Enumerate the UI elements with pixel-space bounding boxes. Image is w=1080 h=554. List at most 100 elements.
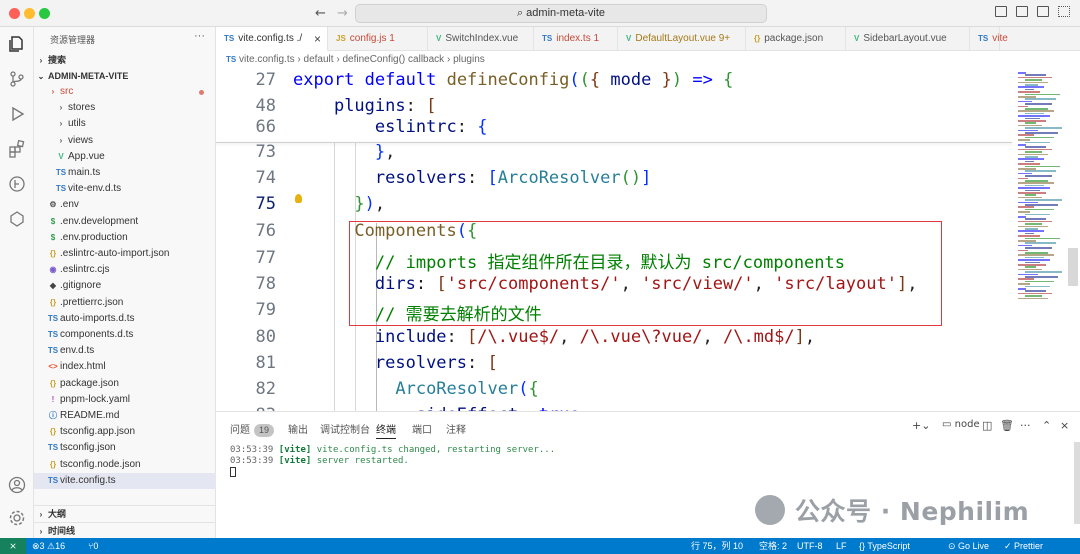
- file-tree-item[interactable]: $ .env.development: [34, 214, 216, 230]
- manage-gear-icon[interactable]: [7, 508, 27, 528]
- toggle-panel-icon[interactable]: [1016, 6, 1028, 17]
- file-tree-item[interactable]: › views: [34, 133, 216, 149]
- code-line[interactable]: resolvers: [: [293, 353, 498, 373]
- editor-tab[interactable]: JS config.js 1: [328, 27, 428, 51]
- prettier-status[interactable]: ✓ Prettier: [1004, 538, 1043, 554]
- file-tree-item[interactable]: $ .env.production: [34, 230, 216, 246]
- code-line[interactable]: resolvers: [ArcoResolver()]: [293, 168, 651, 188]
- problems-count[interactable]: ⊗3 ⚠16: [32, 538, 65, 554]
- back-arrow-icon[interactable]: ←: [315, 6, 326, 21]
- terminal-shell-label[interactable]: ▭ node: [942, 419, 980, 430]
- breadcrumb-file[interactable]: vite.config.ts: [239, 54, 295, 65]
- remote-indicator[interactable]: ⨯: [0, 538, 26, 554]
- code-line[interactable]: export default defineConfig(({ mode }) =…: [293, 70, 733, 90]
- file-tree-item[interactable]: TS tsconfig.json: [34, 440, 216, 456]
- code-line[interactable]: plugins: [: [293, 96, 436, 116]
- file-tree-item[interactable]: › utils: [34, 116, 216, 132]
- file-tree-item[interactable]: {} tsconfig.app.json: [34, 424, 216, 440]
- file-tree-item[interactable]: {} package.json: [34, 376, 216, 392]
- file-type-icon: {}: [49, 427, 57, 437]
- customize-layout-icon[interactable]: [1058, 6, 1070, 17]
- minimize-window-button[interactable]: [24, 8, 35, 19]
- timeline-section[interactable]: › 时间线: [34, 522, 216, 538]
- close-panel-icon[interactable]: ×: [1060, 419, 1069, 432]
- split-terminal-icon[interactable]: ◫: [982, 419, 992, 432]
- panel-tab[interactable]: 端口: [412, 421, 432, 436]
- indentation[interactable]: 空格: 2: [759, 538, 787, 554]
- panel-tab[interactable]: 调试控制台: [320, 421, 370, 436]
- code-line[interactable]: eslintrc: {: [293, 117, 488, 137]
- code-line[interactable]: ArcoResolver({: [293, 379, 538, 399]
- file-tree-item[interactable]: ◆ .gitignore: [34, 278, 216, 294]
- encoding[interactable]: UTF-8: [797, 538, 823, 554]
- ports-count[interactable]: ⑂0: [88, 538, 98, 554]
- kill-terminal-icon[interactable]: 🗑: [1000, 419, 1014, 432]
- extensions-icon[interactable]: [7, 139, 27, 159]
- panel-scrollbar[interactable]: [1074, 442, 1080, 524]
- file-tree-item[interactable]: TS auto-imports.d.ts: [34, 311, 216, 327]
- file-tree-item[interactable]: <> index.html: [34, 359, 216, 375]
- account-icon[interactable]: [7, 475, 27, 495]
- minimap-slider[interactable]: [1068, 248, 1078, 286]
- search-section[interactable]: › 搜索: [34, 52, 216, 68]
- more-panel-actions-icon[interactable]: ···: [1020, 419, 1031, 432]
- file-tree-item[interactable]: {} .prettierrc.json: [34, 295, 216, 311]
- command-center-search[interactable]: ⌕ admin-meta-vite: [355, 4, 767, 23]
- file-tree-item[interactable]: ◉ .eslintrc.cjs: [34, 262, 216, 278]
- toggle-secondary-sidebar-icon[interactable]: [1037, 6, 1049, 17]
- terminal-output[interactable]: 03:53:39 [vite] vite.config.ts changed, …: [230, 445, 555, 467]
- editor-tab[interactable]: TS vite: [970, 27, 1008, 51]
- file-tree-item[interactable]: TS vite-env.d.ts: [34, 181, 216, 197]
- code-line[interactable]: include: [/\.vue$/, /\.vue\?vue/, /\.md$…: [293, 327, 815, 347]
- project-root[interactable]: ⌄ ADMIN-META-VITE: [34, 68, 216, 84]
- gitlens-icon[interactable]: [7, 174, 27, 194]
- editor-tab[interactable]: TS index.ts 1: [534, 27, 618, 51]
- cursor-position[interactable]: 行 75，列 10: [691, 538, 743, 554]
- explorer-icon[interactable]: [7, 34, 27, 54]
- maximize-window-button[interactable]: [39, 8, 50, 19]
- more-actions-icon[interactable]: ···: [194, 30, 205, 42]
- new-terminal-icon[interactable]: +⌄: [912, 419, 930, 432]
- editor-tab[interactable]: V DefaultLayout.vue 9+: [618, 27, 746, 51]
- breadcrumb-part-plugins[interactable]: plugins: [453, 54, 485, 65]
- maximize-panel-icon[interactable]: ⌃: [1042, 419, 1051, 432]
- outline-section[interactable]: › 大纲: [34, 505, 216, 521]
- file-tree-item[interactable]: › src: [34, 84, 216, 100]
- lightbulb-icon[interactable]: [295, 194, 302, 203]
- file-tree-item[interactable]: {} .eslintrc-auto-import.json: [34, 246, 216, 262]
- close-tab-icon[interactable]: ×: [314, 27, 321, 51]
- toggle-sidebar-icon[interactable]: [995, 6, 1007, 17]
- forward-arrow-icon[interactable]: →: [337, 6, 348, 21]
- file-tree-item[interactable]: {} tsconfig.node.json: [34, 457, 216, 473]
- panel-tab[interactable]: 终端: [376, 421, 396, 439]
- editor-tab[interactable]: TS vite.config.ts ./ ×: [216, 27, 328, 51]
- file-tree-item[interactable]: TS env.d.ts: [34, 343, 216, 359]
- file-tree-item[interactable]: TS main.ts: [34, 165, 216, 181]
- panel-tab[interactable]: 注释: [446, 421, 466, 436]
- file-tree-item[interactable]: ! pnpm-lock.yaml: [34, 392, 216, 408]
- code-line[interactable]: }),: [293, 194, 385, 214]
- close-window-button[interactable]: [9, 8, 20, 19]
- go-live-button[interactable]: ⊙ Go Live: [948, 538, 989, 554]
- breadcrumb-part-callback[interactable]: defineConfig() callback: [342, 54, 444, 65]
- file-tree-item[interactable]: TS components.d.ts: [34, 327, 216, 343]
- editor-tab[interactable]: V SidebarLayout.vue: [846, 27, 970, 51]
- editor-tab[interactable]: V SwitchIndex.vue: [428, 27, 534, 51]
- file-tree-item[interactable]: ⚙ .env: [34, 197, 216, 213]
- language-mode[interactable]: {} TypeScript: [859, 538, 910, 554]
- editor-tab[interactable]: {} package.json: [746, 27, 846, 51]
- breadcrumb-part-default[interactable]: default: [304, 54, 334, 65]
- file-tree-item[interactable]: › stores: [34, 100, 216, 116]
- run-debug-icon[interactable]: [7, 104, 27, 124]
- source-control-icon[interactable]: [7, 69, 27, 89]
- panel-tab[interactable]: 输出: [288, 421, 308, 436]
- code-line[interactable]: },: [293, 142, 396, 162]
- end-of-line[interactable]: LF: [836, 538, 847, 554]
- code-editor[interactable]: 27 export default defineConfig(({ mode })…: [216, 68, 1012, 411]
- panel-tab[interactable]: 问题 19: [230, 421, 275, 437]
- file-tree-item[interactable]: V App.vue: [34, 149, 216, 165]
- minimap[interactable]: [1012, 68, 1080, 411]
- file-tree-item[interactable]: TS vite.config.ts: [34, 472, 216, 489]
- remote-explorer-icon[interactable]: [7, 209, 27, 229]
- file-tree-item[interactable]: ⓘ README.md: [34, 408, 216, 424]
